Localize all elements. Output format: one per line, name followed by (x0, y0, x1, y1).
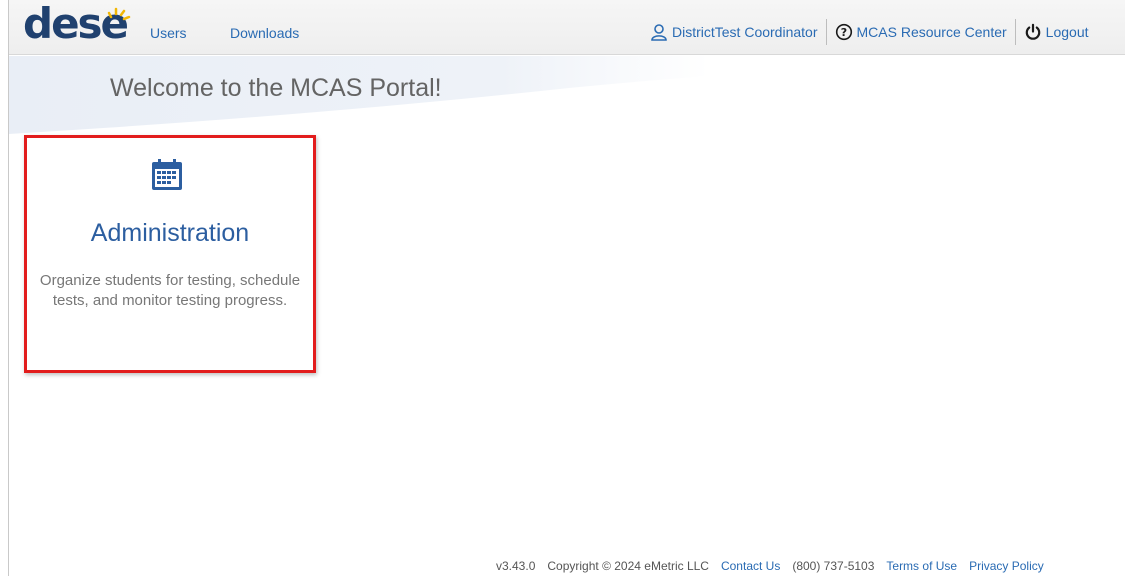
logout-link[interactable]: Logout (1024, 23, 1089, 41)
version-text: v3.43.0 (496, 559, 536, 573)
phone-number: (800) 737-5103 (792, 559, 875, 573)
user-icon (650, 23, 668, 41)
logo-sun-rays-icon (107, 7, 131, 21)
resource-center-link[interactable]: ? MCAS Resource Center (835, 23, 1007, 41)
dese-logo[interactable]: dese (23, 0, 133, 48)
logout-label: Logout (1045, 24, 1089, 40)
contact-us-link[interactable]: Contact Us (721, 559, 780, 573)
user-name: DistrictTest Coordinator (672, 24, 818, 40)
resource-center-label: MCAS Resource Center (856, 24, 1007, 40)
help-circle-icon: ? (835, 23, 853, 41)
calendar-icon (150, 158, 184, 197)
page-title: Welcome to the MCAS Portal! (110, 74, 442, 102)
administration-card[interactable]: Administration Organize students for tes… (24, 135, 316, 373)
svg-text:?: ? (840, 26, 846, 39)
card-title: Administration (90, 219, 250, 247)
footer: v3.43.0 Copyright © 2024 eMetric LLC Con… (496, 556, 1044, 576)
nav-downloads-link[interactable]: Downloads (230, 25, 299, 41)
header-right-nav: DistrictTest Coordinator ? MCAS Resource… (650, 19, 1089, 45)
terms-of-use-link[interactable]: Terms of Use (886, 559, 957, 573)
user-menu[interactable]: DistrictTest Coordinator (650, 23, 818, 41)
nav-users-link[interactable]: Users (150, 25, 187, 41)
divider (825, 19, 827, 45)
card-description: Organize students for testing, schedule … (39, 272, 301, 309)
divider (1014, 19, 1016, 45)
power-icon (1024, 23, 1042, 41)
top-header: dese Users Downloads DistrictTest Coordi… (9, 0, 1125, 55)
copyright-text: Copyright © 2024 eMetric LLC (547, 559, 709, 573)
privacy-policy-link[interactable]: Privacy Policy (969, 559, 1044, 573)
